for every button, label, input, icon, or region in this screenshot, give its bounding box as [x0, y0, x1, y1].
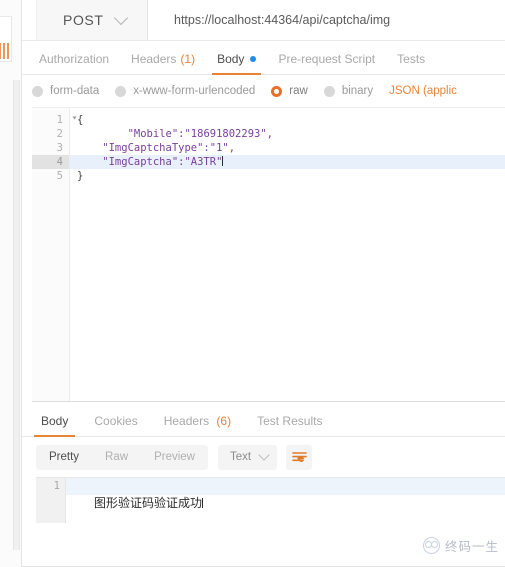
code-line: "Mobile":"18691802293",	[70, 127, 505, 141]
view-mode-raw-label: Raw	[105, 451, 129, 463]
response-toolbar: Pretty Raw Preview Text	[22, 437, 505, 477]
gutter-line-number: 1	[32, 113, 77, 127]
watermark-text: 终码一生	[444, 540, 499, 554]
radio-icon	[323, 85, 335, 97]
view-mode-pretty[interactable]: Pretty	[36, 445, 92, 470]
tab-body[interactable]: Body	[206, 52, 267, 75]
radio-binary-label: binary	[341, 85, 374, 97]
word-wrap-icon	[291, 452, 307, 462]
postman-main: POST https://localhost:44364/api/captcha…	[22, 0, 505, 567]
sidebar-panel-fragment	[0, 16, 12, 62]
view-mode-pretty-label: Pretty	[49, 451, 80, 463]
tab-pre-request-script-label: Pre-request Script	[278, 52, 376, 66]
watermark: 终码一生	[422, 536, 499, 555]
code-line-3-text: "ImgCaptchaType":"1",	[77, 142, 236, 154]
request-url-row: POST https://localhost:44364/api/captcha…	[22, 0, 505, 41]
tab-tests-label: Tests	[397, 52, 426, 66]
gutter-line-number: 4	[32, 155, 69, 169]
gutter-line-number: 5	[56, 170, 63, 182]
http-method-select[interactable]: POST	[36, 0, 148, 40]
content-type-select[interactable]: JSON (applic	[389, 85, 457, 97]
request-tab-bar: Authorization Headers (1) Body Pre-reque…	[22, 41, 505, 75]
tab-tests[interactable]: Tests	[386, 52, 436, 74]
response-gutter: 1	[36, 478, 66, 523]
chevron-down-icon	[113, 10, 128, 25]
code-line-4-text: "ImgCaptcha":"A3TR"	[77, 156, 223, 168]
sidebar-bars-icon	[0, 43, 9, 59]
radio-x-www-form-urlencoded[interactable]: x-www-form-urlencoded	[115, 85, 255, 97]
response-tab-headers-label: Headers	[163, 414, 210, 428]
code-line: }	[77, 170, 84, 182]
response-tab-cookies-label: Cookies	[94, 414, 138, 428]
watermark-logo-icon	[422, 537, 440, 554]
body-type-row: form-data x-www-form-urlencoded raw bina…	[22, 75, 505, 107]
radio-selected-icon	[271, 85, 283, 97]
response-tab-headers[interactable]: Headers (6)	[151, 414, 244, 436]
response-tab-test-results[interactable]: Test Results	[244, 414, 335, 436]
response-tab-cookies[interactable]: Cookies	[81, 414, 150, 436]
code-line: {	[77, 114, 84, 126]
text-cursor	[222, 156, 224, 166]
radio-form-data[interactable]: form-data	[32, 85, 99, 97]
response-view-mode-group: Pretty Raw Preview	[36, 444, 208, 470]
response-body-text[interactable]: 图形验证码验证成功	[66, 478, 505, 510]
radio-raw-label: raw	[289, 85, 308, 97]
view-mode-raw[interactable]: Raw	[92, 445, 141, 470]
left-sidebar-strip	[0, 0, 22, 567]
response-format-select[interactable]: Text	[217, 444, 278, 470]
chevron-down-icon	[258, 448, 270, 461]
code-line: "ImgCaptchaType":"1",	[70, 141, 505, 155]
radio-form-data-label: form-data	[50, 85, 100, 97]
response-tab-body-label: Body	[41, 414, 69, 428]
response-tab-body[interactable]: Body	[28, 414, 81, 437]
tab-headers-count: (1)	[180, 52, 196, 66]
radio-raw[interactable]: raw	[271, 85, 308, 97]
view-mode-preview-label: Preview	[154, 451, 195, 463]
response-format-label: Text	[229, 451, 252, 463]
body-modified-dot-icon	[250, 56, 257, 62]
gutter-line-number: 3	[56, 142, 63, 154]
editor-gutter: 1 2 3 4 5	[32, 108, 77, 401]
editor-code-area[interactable]: { "Mobile":"18691802293", "ImgCaptchaTyp…	[70, 108, 505, 401]
tab-headers[interactable]: Headers (1)	[120, 52, 206, 74]
tab-pre-request-script[interactable]: Pre-request Script	[267, 52, 386, 74]
response-tab-headers-count: (6)	[216, 414, 232, 428]
gutter-line-1: 1	[56, 114, 63, 126]
radio-binary[interactable]: binary	[323, 85, 374, 97]
request-url-input[interactable]: https://localhost:44364/api/captcha/img	[148, 0, 505, 40]
word-wrap-button[interactable]	[286, 444, 313, 470]
request-url-text: https://localhost:44364/api/captcha/img	[174, 13, 391, 27]
tab-authorization-label: Authorization	[39, 52, 110, 66]
sidebar-rail	[13, 80, 20, 550]
tab-headers-label: Headers	[131, 52, 177, 66]
code-line-2-text: "Mobile":"18691802293",	[102, 128, 273, 140]
request-body-editor[interactable]: 1 2 3 4 5 { "Mobile":"18691802293", "Img…	[32, 107, 505, 402]
radio-icon	[32, 85, 43, 97]
response-tab-bar: Body Cookies Headers (6) Test Results	[22, 402, 505, 437]
gutter-line-number: 2	[56, 128, 63, 140]
http-method-label: POST	[63, 12, 104, 28]
view-mode-preview[interactable]: Preview	[141, 445, 208, 470]
code-line-active: "ImgCaptcha":"A3TR"	[70, 155, 505, 169]
tab-body-label: Body	[217, 52, 245, 66]
radio-icon	[115, 85, 127, 97]
response-body-viewer[interactable]: 1 图形验证码验证成功	[36, 477, 505, 523]
tab-authorization[interactable]: Authorization	[28, 52, 120, 74]
response-tab-test-results-label: Test Results	[257, 414, 323, 428]
radio-x-www-form-urlencoded-label: x-www-form-urlencoded	[133, 85, 256, 97]
response-body-value: 图形验证码验证成功	[94, 496, 203, 510]
text-cursor	[202, 498, 204, 508]
response-line-number: 1	[53, 480, 60, 492]
